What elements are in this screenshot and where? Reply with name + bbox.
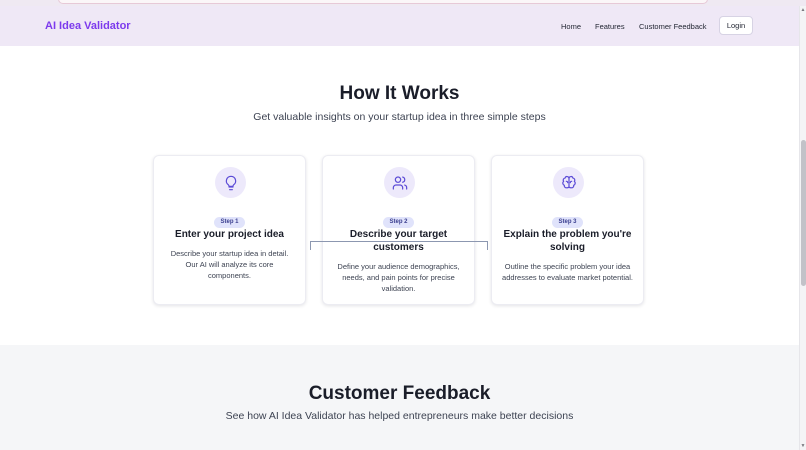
how-it-works-subtitle: Get valuable insights on your startup id… (253, 111, 546, 123)
browser-address-bar[interactable] (58, 0, 708, 4)
users-icon (384, 167, 415, 198)
step-card-2: Step 2 Describe your target customers De… (322, 155, 475, 305)
customer-feedback-section: Customer Feedback See how AI Idea Valida… (0, 345, 799, 450)
brand-logo[interactable]: AI Idea Validator (45, 20, 131, 32)
customer-feedback-subtitle: See how AI Idea Validator has helped ent… (225, 410, 574, 422)
page-scrollbar[interactable]: ▲ ▼ (799, 6, 806, 450)
how-it-works-title: How It Works (339, 83, 460, 104)
step-description: Outline the specific problem your idea a… (502, 262, 633, 282)
login-button[interactable]: Login (719, 16, 753, 35)
step-description: Define your audience demographics, needs… (337, 262, 460, 293)
step-badge: Step 2 (383, 217, 414, 228)
step-badge: Step 3 (552, 217, 583, 228)
brain-icon (553, 167, 584, 198)
scroll-up-arrow-icon[interactable]: ▲ (800, 7, 806, 13)
step-title: Enter your project idea (175, 229, 284, 240)
step-title: Explain the problem you're solving (503, 229, 632, 253)
scroll-down-arrow-icon[interactable]: ▼ (800, 443, 806, 449)
step-badge: Step 1 (214, 217, 245, 228)
navbar: AI Idea Validator Home Features Customer… (0, 6, 799, 46)
customer-feedback-title: Customer Feedback (308, 383, 491, 404)
lightbulb-icon (215, 167, 246, 198)
nav-link-home[interactable]: Home (561, 22, 581, 31)
connector-overlay-line (310, 241, 488, 250)
step-card-1: Step 1 Enter your project idea Describe … (153, 155, 306, 305)
scrollbar-thumb[interactable] (801, 140, 806, 286)
nav-link-customer-feedback[interactable]: Customer Feedback (639, 22, 707, 31)
step-description: Describe your startup idea in detail. Ou… (170, 249, 289, 280)
nav-link-features[interactable]: Features (595, 22, 625, 31)
step-card-3: Step 3 Explain the problem you're solvin… (491, 155, 644, 305)
